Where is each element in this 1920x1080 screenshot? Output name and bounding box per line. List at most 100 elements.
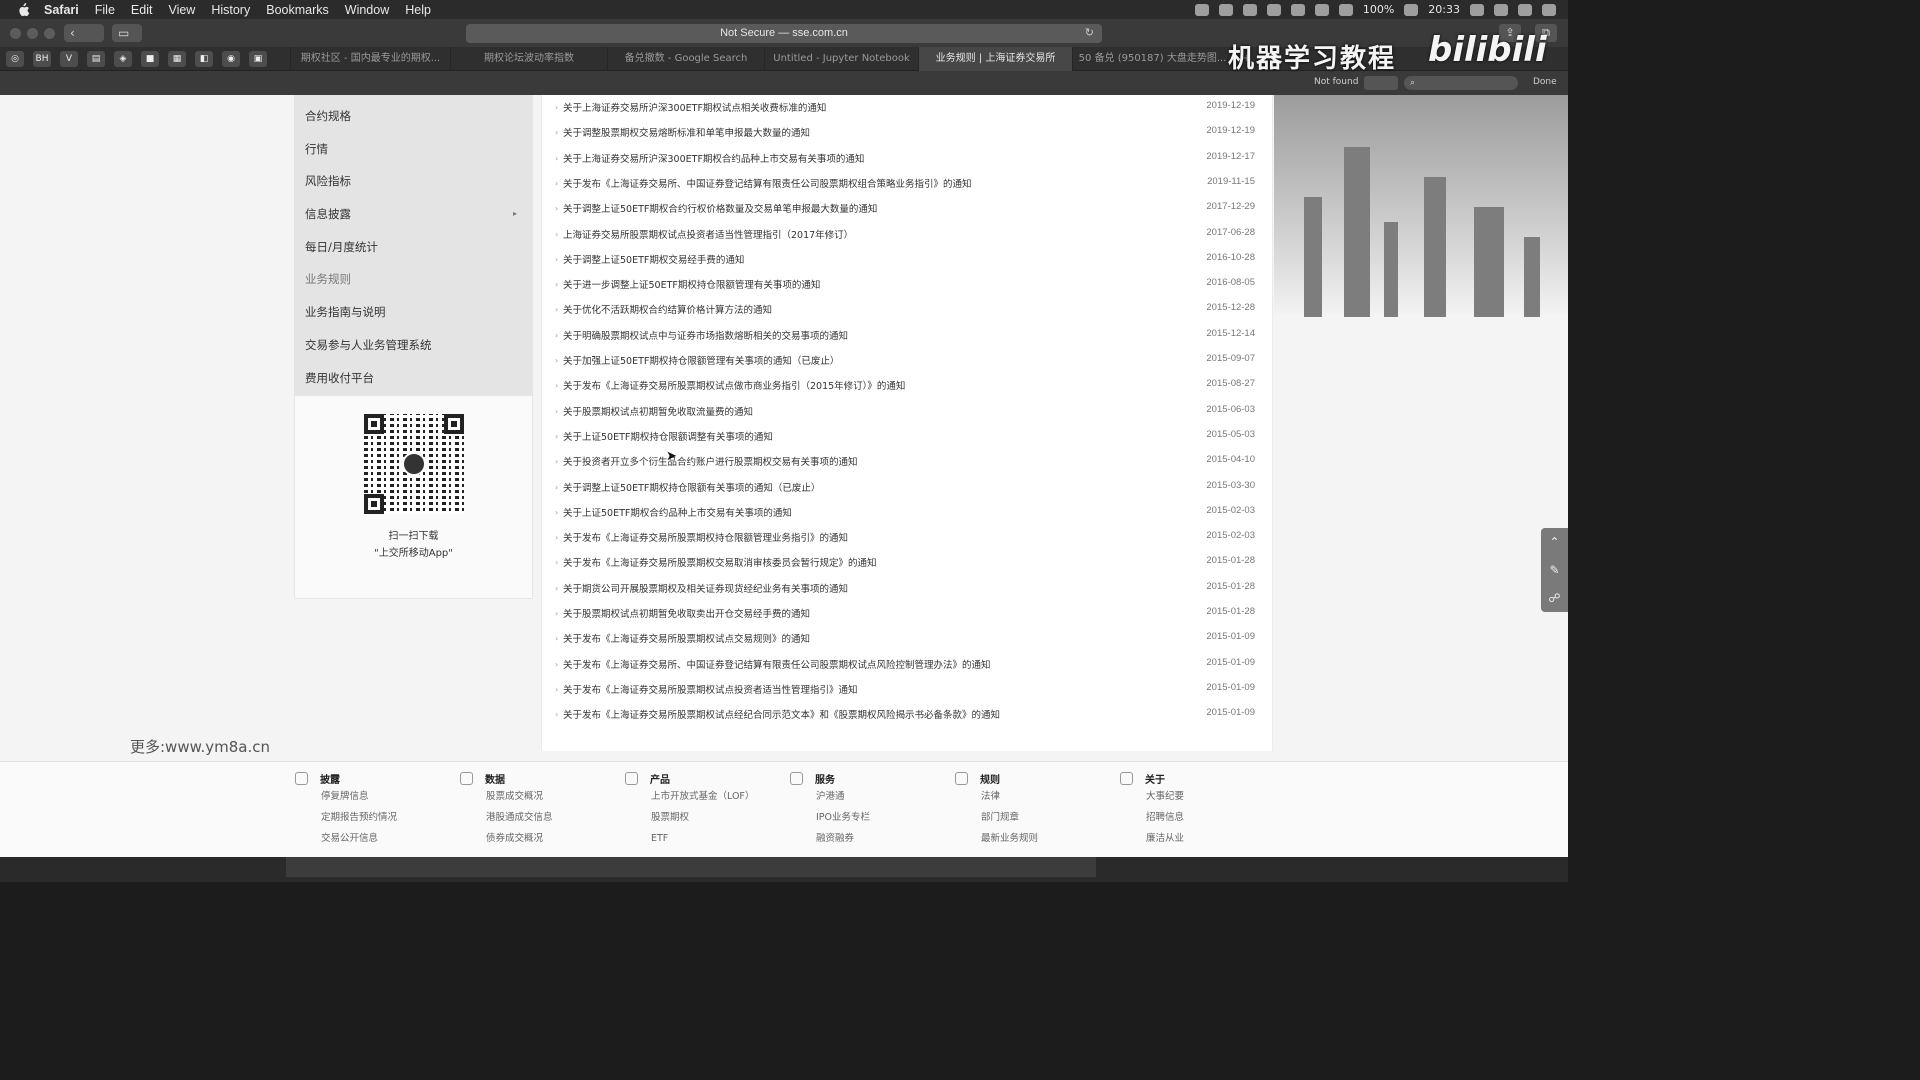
battery-percent[interactable]: 100%: [1363, 3, 1394, 16]
favorite-bh-icon[interactable]: BH: [33, 50, 51, 67]
notice-title[interactable]: 关于发布《上海证券交易所股票期权试点做市商业务指引（2015年修订）》的通知: [563, 378, 905, 392]
notice-row[interactable]: › 关于上证50ETF期权持仓限额调整有关事项的通知 2015-05-03: [542, 424, 1274, 449]
nav-item-participant-system[interactable]: 交易参与人业务管理系统: [294, 324, 533, 357]
address-bar[interactable]: Not Secure — sse.com.cn ↻: [466, 24, 1102, 43]
notice-row[interactable]: › 关于调整上证50ETF期权持仓限额有关事项的通知（已废止） 2015-03-30: [542, 475, 1274, 500]
notice-row[interactable]: › 关于发布《上海证券交易所、中国证券登记结算有限责任公司股票期权试点风险控制管理…: [542, 652, 1274, 677]
footer-link[interactable]: 沪港通: [816, 786, 950, 807]
notice-title[interactable]: 关于发布《上海证券交易所股票期权交易取消审核委员会暂行规定》的通知: [563, 555, 877, 569]
user-icon[interactable]: [1470, 3, 1484, 16]
menu-history[interactable]: History: [211, 3, 250, 17]
nav-item-fee-platform[interactable]: 费用收付平台: [294, 357, 533, 390]
footer-link[interactable]: IPO业务专栏: [816, 807, 950, 828]
volume-icon[interactable]: [1266, 3, 1281, 16]
footer-link[interactable]: 股票期权: [651, 807, 785, 828]
notice-title[interactable]: 关于上海证券交易所沪深300ETF期权合约品种上市交易有关事项的通知: [563, 151, 864, 165]
favorite-v-icon[interactable]: V: [60, 50, 78, 67]
footer-link[interactable]: 停复牌信息: [321, 786, 455, 807]
nav-item-statistics[interactable]: 每日/月度统计: [294, 226, 533, 259]
menu-edit[interactable]: Edit: [131, 3, 153, 17]
notice-title[interactable]: 关于发布《上海证券交易所股票期权试点交易规则》的通知: [563, 631, 810, 645]
notice-row[interactable]: › 关于股票期权试点初期暂免收取流量费的通知 2015-06-03: [542, 399, 1274, 424]
feedback-icon[interactable]: ✎: [1541, 556, 1568, 584]
notice-title[interactable]: 关于调整股票期权交易熔断标准和单笔申报最大数量的通知: [563, 125, 810, 139]
bluetooth-icon[interactable]: [1338, 3, 1353, 16]
notice-title[interactable]: 关于发布《上海证券交易所、中国证券登记结算有限责任公司股票期权试点风险控制管理办…: [563, 657, 991, 671]
tab-sse-business-rules[interactable]: 业务规则 | 上海证券交易所: [918, 47, 1072, 71]
notice-title[interactable]: 关于调整上证50ETF期权交易经手费的通知: [563, 252, 744, 266]
footer-link[interactable]: 股票成交概况: [486, 786, 620, 807]
notice-row[interactable]: › 关于期货公司开展股票期权及相关证券现货经纪业务有关事项的通知 2015-01-2…: [542, 576, 1274, 601]
reload-icon[interactable]: ↻: [1085, 24, 1094, 43]
notice-row[interactable]: › 关于调整股票期权交易熔断标准和单笔申报最大数量的通知 2019-12-19: [542, 120, 1274, 145]
notice-title[interactable]: 关于期货公司开展股票期权及相关证券现货经纪业务有关事项的通知: [563, 581, 848, 595]
notice-row[interactable]: › 关于发布《上海证券交易所股票期权持仓限额管理业务指引》的通知 2015-02-0…: [542, 525, 1274, 550]
notice-title[interactable]: 关于调整上证50ETF期权持仓限额有关事项的通知（已废止）: [563, 480, 820, 494]
footer-link[interactable]: 招聘信息: [1146, 807, 1280, 828]
favorite-icon[interactable]: ◈: [114, 50, 132, 67]
notice-row[interactable]: › 关于股票期权试点初期暂免收取卖出开仓交易经手费的通知 2015-01-28: [542, 601, 1274, 626]
notice-row[interactable]: › 关于上海证券交易所沪深300ETF期权合约品种上市交易有关事项的通知 2019-…: [542, 146, 1274, 171]
footer-link[interactable]: 港股通成交信息: [486, 807, 620, 828]
notice-title[interactable]: 关于发布《上海证券交易所股票期权试点经纪合同示范文本》和《股票期权风险揭示书必备…: [563, 707, 1000, 721]
footer-link[interactable]: 法律: [981, 786, 1115, 807]
notice-title[interactable]: 关于加强上证50ETF期权持仓限额管理有关事项的通知（已废止）: [563, 353, 839, 367]
status-app-icon[interactable]: [1218, 3, 1233, 16]
nav-item-guides[interactable]: 业务指南与说明: [294, 291, 533, 324]
find-input[interactable]: ⌕: [1404, 76, 1518, 90]
footer-link[interactable]: 大事纪要: [1146, 786, 1280, 807]
favorite-icon[interactable]: ▣: [249, 50, 267, 67]
menu-view[interactable]: View: [168, 3, 195, 17]
menu-bookmarks[interactable]: Bookmarks: [266, 3, 329, 17]
footer-link[interactable]: ETF: [651, 828, 785, 849]
notice-row[interactable]: › 关于明确股票期权试点中与证券市场指数熔断相关的交易事项的通知 2015-12-1…: [542, 323, 1274, 348]
notice-row[interactable]: › 关于调整上证50ETF期权交易经手费的通知 2016-10-28: [542, 247, 1274, 272]
zoom-window-button[interactable]: [44, 28, 55, 39]
nav-item-contract-specs[interactable]: 合约规格: [294, 95, 533, 128]
footer-link[interactable]: 定期报告预约情况: [321, 807, 455, 828]
footer-link[interactable]: 部门规章: [981, 807, 1115, 828]
siri-icon[interactable]: [1518, 3, 1532, 16]
tab-jupyter[interactable]: Untitled - Jupyter Notebook: [764, 47, 918, 71]
favorite-icon[interactable]: ◉: [222, 50, 240, 67]
notice-row[interactable]: › 关于发布《上海证券交易所股票期权试点经纪合同示范文本》和《股票期权风险揭示书必…: [542, 702, 1274, 727]
find-done-button[interactable]: Done: [1533, 77, 1557, 87]
qr-code[interactable]: [364, 414, 464, 514]
tab-options-community[interactable]: 期权社区 - 国内最专业的期权...: [290, 47, 450, 71]
notice-title[interactable]: 关于股票期权试点初期暂免收取卖出开仓交易经手费的通知: [563, 606, 810, 620]
battery-icon[interactable]: [1404, 3, 1419, 16]
back-to-top-icon[interactable]: ⌃: [1541, 528, 1568, 556]
notice-row[interactable]: › 上海证券交易所股票期权试点投资者适当性管理指引（2017年修订） 2017-06…: [542, 222, 1274, 247]
notification-center-icon[interactable]: [1542, 3, 1556, 16]
screen-record-icon[interactable]: [1242, 3, 1257, 16]
notice-row[interactable]: › 关于调整上证50ETF期权合约行权价格数量及交易单笔申报最大数量的通知 2017…: [542, 196, 1274, 221]
notice-row[interactable]: › 关于进一步调整上证50ETF期权持仓限额管理有关事项的通知 2016-08-05: [542, 272, 1274, 297]
notice-row[interactable]: › 关于发布《上海证券交易所股票期权交易取消审核委员会暂行规定》的通知 2015-0…: [542, 550, 1274, 575]
notice-row[interactable]: › 关于发布《上海证券交易所股票期权试点投资者适当性管理指引》通知 2015-01-…: [542, 677, 1274, 702]
menu-file[interactable]: File: [95, 3, 115, 17]
footer-link[interactable]: 上市开放式基金（LOF）: [651, 786, 785, 807]
notice-row[interactable]: › 关于优化不活跃期权合约结算价格计算方法的通知 2015-12-28: [542, 297, 1274, 322]
notice-title[interactable]: 关于上证50ETF期权合约品种上市交易有关事项的通知: [563, 505, 792, 519]
wifi-icon[interactable]: [1314, 3, 1329, 16]
notice-title[interactable]: 关于优化不活跃期权合约结算价格计算方法的通知: [563, 302, 772, 316]
notice-title[interactable]: 上海证券交易所股票期权试点投资者适当性管理指引（2017年修订）: [563, 227, 853, 241]
notice-row[interactable]: › 关于投资者开立多个衍生品合约账户进行股票期权交易有关事项的通知 2015-04-…: [542, 449, 1274, 474]
footer-link[interactable]: 债券成交概况: [486, 828, 620, 849]
footer-link[interactable]: 最新业务规则: [981, 828, 1115, 849]
tab-google-search[interactable]: 备兑撤数 - Google Search: [607, 47, 764, 71]
status-app-icon[interactable]: [1194, 3, 1209, 16]
notice-title[interactable]: 关于调整上证50ETF期权合约行权价格数量及交易单笔申报最大数量的通知: [563, 201, 877, 215]
nav-item-business-rules[interactable]: 业务规则: [294, 258, 533, 291]
favorite-icon[interactable]: ▦: [168, 50, 186, 67]
spotlight-icon[interactable]: [1494, 3, 1508, 16]
footer-link[interactable]: 融资融券: [816, 828, 950, 849]
nav-item-disclosure[interactable]: 信息披露 ▸: [294, 193, 533, 226]
notice-title[interactable]: 关于发布《上海证券交易所、中国证券登记结算有限责任公司股票期权组合策略业务指引》…: [563, 176, 972, 190]
notice-row[interactable]: › 关于上证50ETF期权合约品种上市交易有关事项的通知 2015-02-03: [542, 500, 1274, 525]
notice-row[interactable]: › 关于发布《上海证券交易所股票期权试点交易规则》的通知 2015-01-09: [542, 626, 1274, 651]
tab-volatility-index[interactable]: 期权论坛波动率指数: [450, 47, 607, 71]
sidebar-toggle-button[interactable]: ▭: [112, 24, 142, 42]
menu-window[interactable]: Window: [345, 3, 389, 17]
notice-title[interactable]: 关于进一步调整上证50ETF期权持仓限额管理有关事项的通知: [563, 277, 820, 291]
